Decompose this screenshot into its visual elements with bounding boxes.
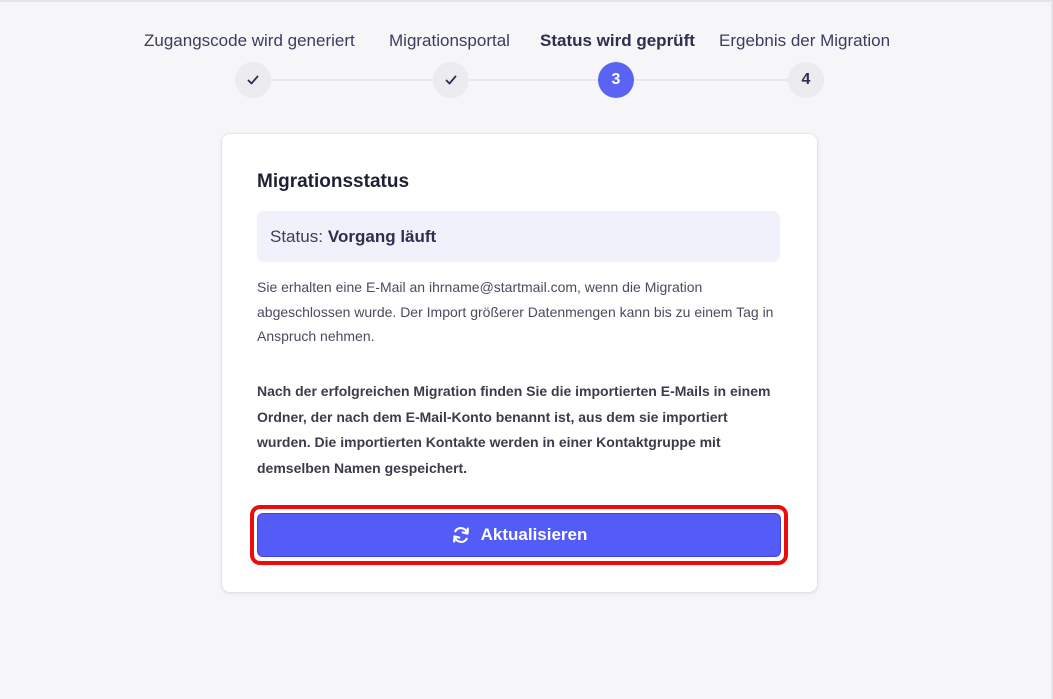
step-label-status-check: Status wird geprüft (540, 31, 695, 50)
step-label-migration-portal: Migrationsportal (389, 31, 510, 50)
step-3-number: 3 (598, 62, 634, 98)
card-title: Migrationsstatus (257, 171, 410, 192)
refresh-button[interactable]: Aktualisieren (257, 513, 781, 557)
step-2-check-icon (433, 62, 469, 98)
status-value: Vorgang läuft (327, 226, 437, 246)
step-connector (469, 79, 598, 81)
step-1-check-icon (235, 62, 271, 98)
step-connector (271, 79, 433, 81)
status-box: Status: Vorgang läuft (257, 211, 780, 262)
migration-stepper: Zugangscode wird generiert Migrationspor… (0, 0, 1053, 110)
refresh-button-label: Aktualisieren (480, 525, 588, 544)
refresh-icon (451, 525, 471, 545)
step-label-migration-result: Ergebnis der Migration (719, 31, 891, 50)
info-paragraph-email: Sie erhalten eine E-Mail an ihrname@star… (257, 279, 774, 344)
info-paragraph-import: Nach der erfolgreichen Migration finden … (257, 383, 771, 476)
migration-status-card: Migrationsstatus Status: Vorgang läuft S… (222, 134, 817, 592)
step-label-access-code: Zugangscode wird generiert (144, 31, 355, 50)
step-connector (634, 79, 788, 81)
status-label: Status: (270, 226, 323, 246)
step-4-number: 4 (788, 62, 824, 98)
